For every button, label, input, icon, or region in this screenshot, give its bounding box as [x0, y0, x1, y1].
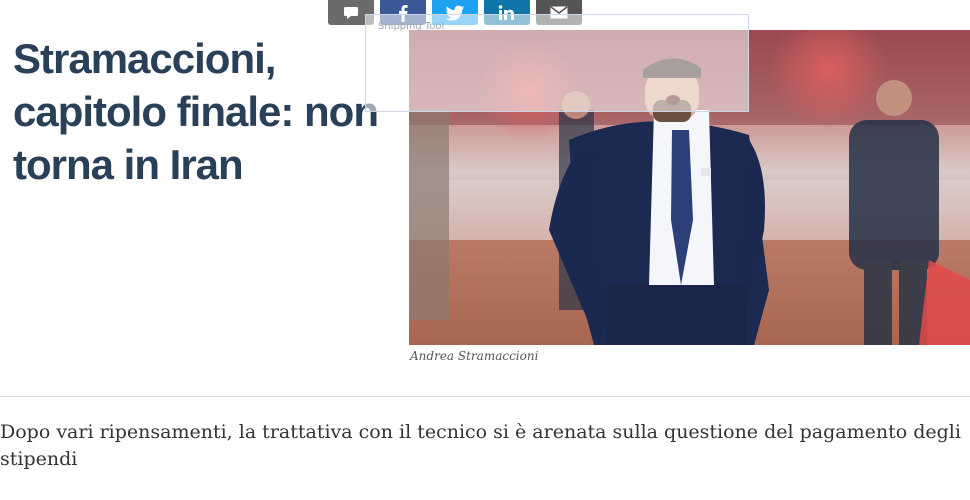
snipping-tool-overlay: Snipping Tool: [365, 14, 749, 112]
comment-icon: [344, 6, 358, 19]
section-divider: [0, 396, 970, 397]
snipping-tool-label: Snipping Tool: [378, 21, 445, 32]
photo-caption: Andrea Stramaccioni: [410, 349, 539, 363]
article-headline: Stramaccioni, capitolo finale: non torna…: [13, 35, 379, 188]
article-summary: Dopo vari ripensamenti, la trattativa co…: [0, 421, 961, 470]
